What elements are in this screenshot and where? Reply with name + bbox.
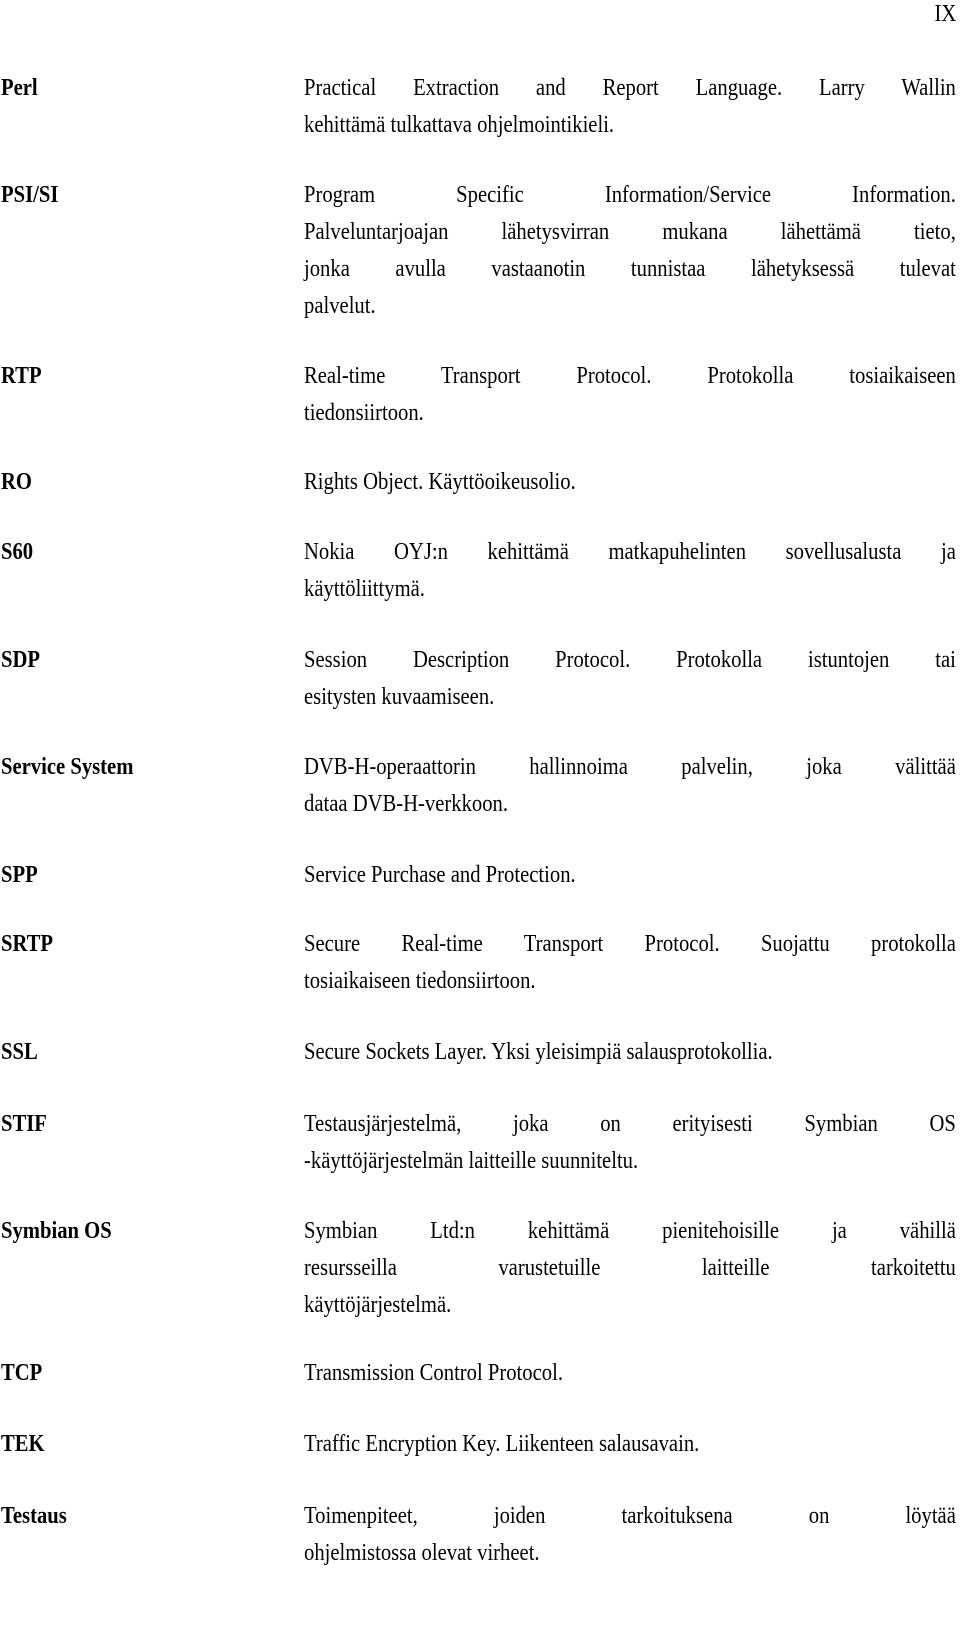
glossary-term: Service System [1, 754, 134, 780]
glossary-definition: Transmission Control Protocol. [304, 1355, 956, 1392]
definition-line: ohjelmistossa olevat virheet. [304, 1540, 540, 1566]
glossary-term: TCP [1, 1360, 43, 1386]
glossary-term: Testaus [1, 1503, 67, 1529]
page-number: IX [934, 1, 956, 27]
definition-line: Transmission Control Protocol. [304, 1360, 563, 1386]
glossary-term: RTP [1, 363, 42, 389]
glossary-term: PSI/SI [1, 182, 59, 208]
definition-line: tiedonsiirtoon. [304, 400, 424, 426]
definition-line: esitysten kuvaamiseen. [304, 684, 495, 710]
definition-line: Secure Real-time Transport Protocol. Suo… [304, 931, 956, 957]
definition-line: DVB-H-operaattorin hallinnoima palvelin,… [304, 754, 956, 780]
definition-line: resursseilla varustetuille laitteille ta… [304, 1255, 956, 1281]
definition-line: kehittämä tulkattava ohjelmointikieli. [304, 112, 615, 138]
glossary-definition: Symbian Ltd:n kehittämä pienitehoisille … [304, 1213, 956, 1324]
glossary-definition: Nokia OYJ:n kehittämä matkapuhelinten so… [304, 534, 956, 608]
definition-line: Nokia OYJ:n kehittämä matkapuhelinten so… [304, 539, 956, 565]
definition-line: käyttöjärjestelmä. [304, 1292, 452, 1318]
definition-line: palvelut. [304, 293, 376, 319]
glossary-term: Perl [1, 75, 38, 101]
glossary-definition: Program Specific Information/Service Inf… [304, 177, 956, 325]
definition-line: Symbian Ltd:n kehittämä pienitehoisille … [304, 1218, 956, 1244]
glossary-definition: Service Purchase and Protection. [304, 857, 956, 894]
definition-line: Secure Sockets Layer. Yksi yleisimpiä sa… [304, 1039, 773, 1065]
glossary-term: STIF [1, 1111, 47, 1137]
definition-line: Toimenpiteet, joiden tarkoituksena on lö… [304, 1503, 956, 1529]
definition-line: dataa DVB-H-verkkoon. [304, 791, 509, 817]
glossary-term: S60 [1, 539, 34, 565]
glossary-term: TEK [1, 1431, 45, 1457]
glossary-definition: Toimenpiteet, joiden tarkoituksena on lö… [304, 1498, 956, 1572]
glossary-term: SPP [1, 862, 38, 888]
definition-line: Palveluntarjoajan lähetysvirran mukana l… [304, 219, 956, 245]
glossary-definition: Session Description Protocol. Protokolla… [304, 642, 956, 716]
glossary-term: RO [1, 469, 32, 495]
definition-line: Testausjärjestelmä, joka on erityisesti … [304, 1111, 956, 1137]
definition-line: Session Description Protocol. Protokolla… [304, 647, 956, 673]
definition-line: Traffic Encryption Key. Liikenteen salau… [304, 1431, 700, 1457]
glossary-definition: Real-time Transport Protocol. Protokolla… [304, 358, 956, 432]
glossary-term: Symbian OS [1, 1218, 112, 1244]
definition-line: Program Specific Information/Service Inf… [304, 182, 956, 208]
glossary-definition: Rights Object. Käyttöoikeusolio. [304, 464, 956, 501]
glossary-term: SDP [1, 647, 40, 673]
definition-line: jonka avulla vastaanotin tunnistaa lähet… [304, 256, 956, 282]
glossary-term: SRTP [1, 931, 54, 957]
definition-line: -käyttöjärjestelmän laitteille suunnitel… [304, 1148, 639, 1174]
glossary-definition: Traffic Encryption Key. Liikenteen salau… [304, 1426, 956, 1463]
definition-line: Real-time Transport Protocol. Protokolla… [304, 363, 956, 389]
definition-line: Practical Extraction and Report Language… [304, 75, 956, 101]
glossary-definition: Testausjärjestelmä, joka on erityisesti … [304, 1106, 956, 1180]
definition-line: Service Purchase and Protection. [304, 862, 576, 888]
definition-line: käyttöliittymä. [304, 576, 425, 602]
definition-line: Rights Object. Käyttöoikeusolio. [304, 469, 576, 495]
glossary-definition: DVB-H-operaattorin hallinnoima palvelin,… [304, 749, 956, 823]
glossary-term: SSL [1, 1039, 38, 1065]
glossary-definition: Secure Real-time Transport Protocol. Suo… [304, 926, 956, 1000]
glossary-definition: Practical Extraction and Report Language… [304, 70, 956, 144]
glossary-definition: Secure Sockets Layer. Yksi yleisimpiä sa… [304, 1034, 956, 1071]
definition-line: tosiaikaiseen tiedonsiirtoon. [304, 968, 536, 994]
